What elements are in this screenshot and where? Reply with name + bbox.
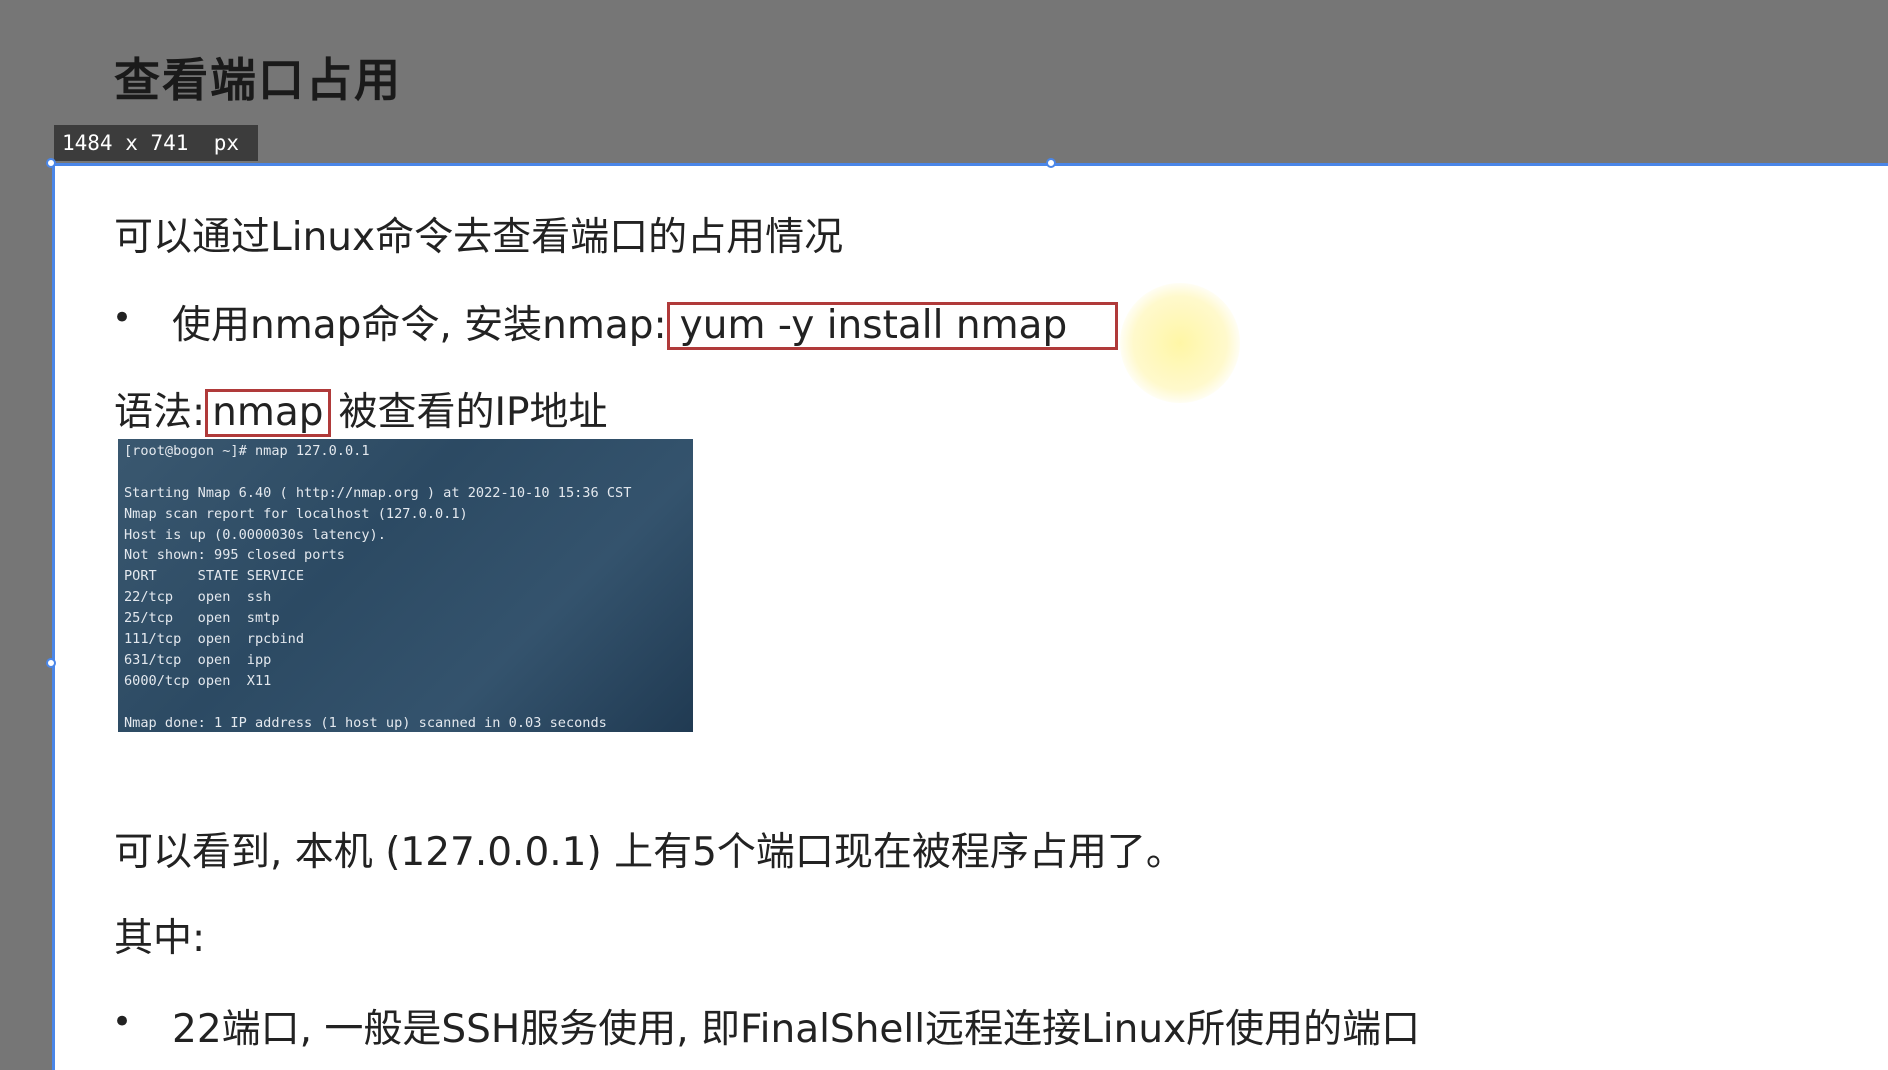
resize-handle-top-left[interactable] [46,158,56,168]
terminal-line: 631/tcp open ipp [124,651,272,668]
bullet-install-nmap: 使用nmap命令, 安装nmap: yum -y install nmap [172,294,1119,350]
resize-handle-top-middle[interactable] [1046,158,1056,168]
install-command-box: yum -y install nmap [666,302,1119,350]
terminal-line: Not shown: 995 closed ports [124,547,345,564]
bullet-port-22: 22端口, 一般是SSH服务使用, 即FinalShell远程连接Linux所使… [172,1007,1421,1052]
intro-text: 可以通过Linux命令去查看端口的占用情况 [114,215,844,260]
page-title: 查看端口占用 [114,53,402,107]
terminal-line: 111/tcp open rpcbind [124,631,305,648]
terminal-line: Starting Nmap 6.40 ( http://nmap.org ) a… [124,484,632,501]
terminal-line: Nmap scan report for localhost (127.0.0.… [124,505,468,522]
syntax-rest: 被查看的IP地址 [338,390,608,435]
terminal-line: PORT STATE SERVICE [124,568,305,585]
bullet-dot: • [112,298,133,338]
syntax-label: 语法: [114,390,206,435]
bullet-dot-2: • [112,1002,133,1042]
syntax-command-box: nmap [205,389,331,437]
terminal-line: 22/tcp open ssh [124,589,272,606]
terminal-line: [root@bogon ~]# nmap 127.0.0.1 [124,443,370,459]
terminal-line: Host is up (0.0000030s latency). [124,526,386,543]
terminal-line: 25/tcp open smtp [124,610,280,627]
syntax-line: 语法: nmap 被查看的IP地址 [114,381,608,437]
summary-text: 可以看到, 本机 (127.0.0.1) 上有5个端口现在被程序占用了。 [114,830,1185,875]
terminal-line: Nmap done: 1 IP address (1 host up) scan… [124,714,607,731]
size-badge: 1484 x 741 px [54,125,258,161]
resize-handle-middle-left[interactable] [46,658,56,668]
terminal-screenshot: [root@bogon ~]# nmap 127.0.0.1 Starting N… [118,439,693,732]
install-text: 使用nmap命令, 安装nmap: [172,303,667,348]
highlight-cursor-circle [1120,283,1240,403]
among-text: 其中: [114,916,206,961]
terminal-line: 6000/tcp open X11 [124,672,272,689]
